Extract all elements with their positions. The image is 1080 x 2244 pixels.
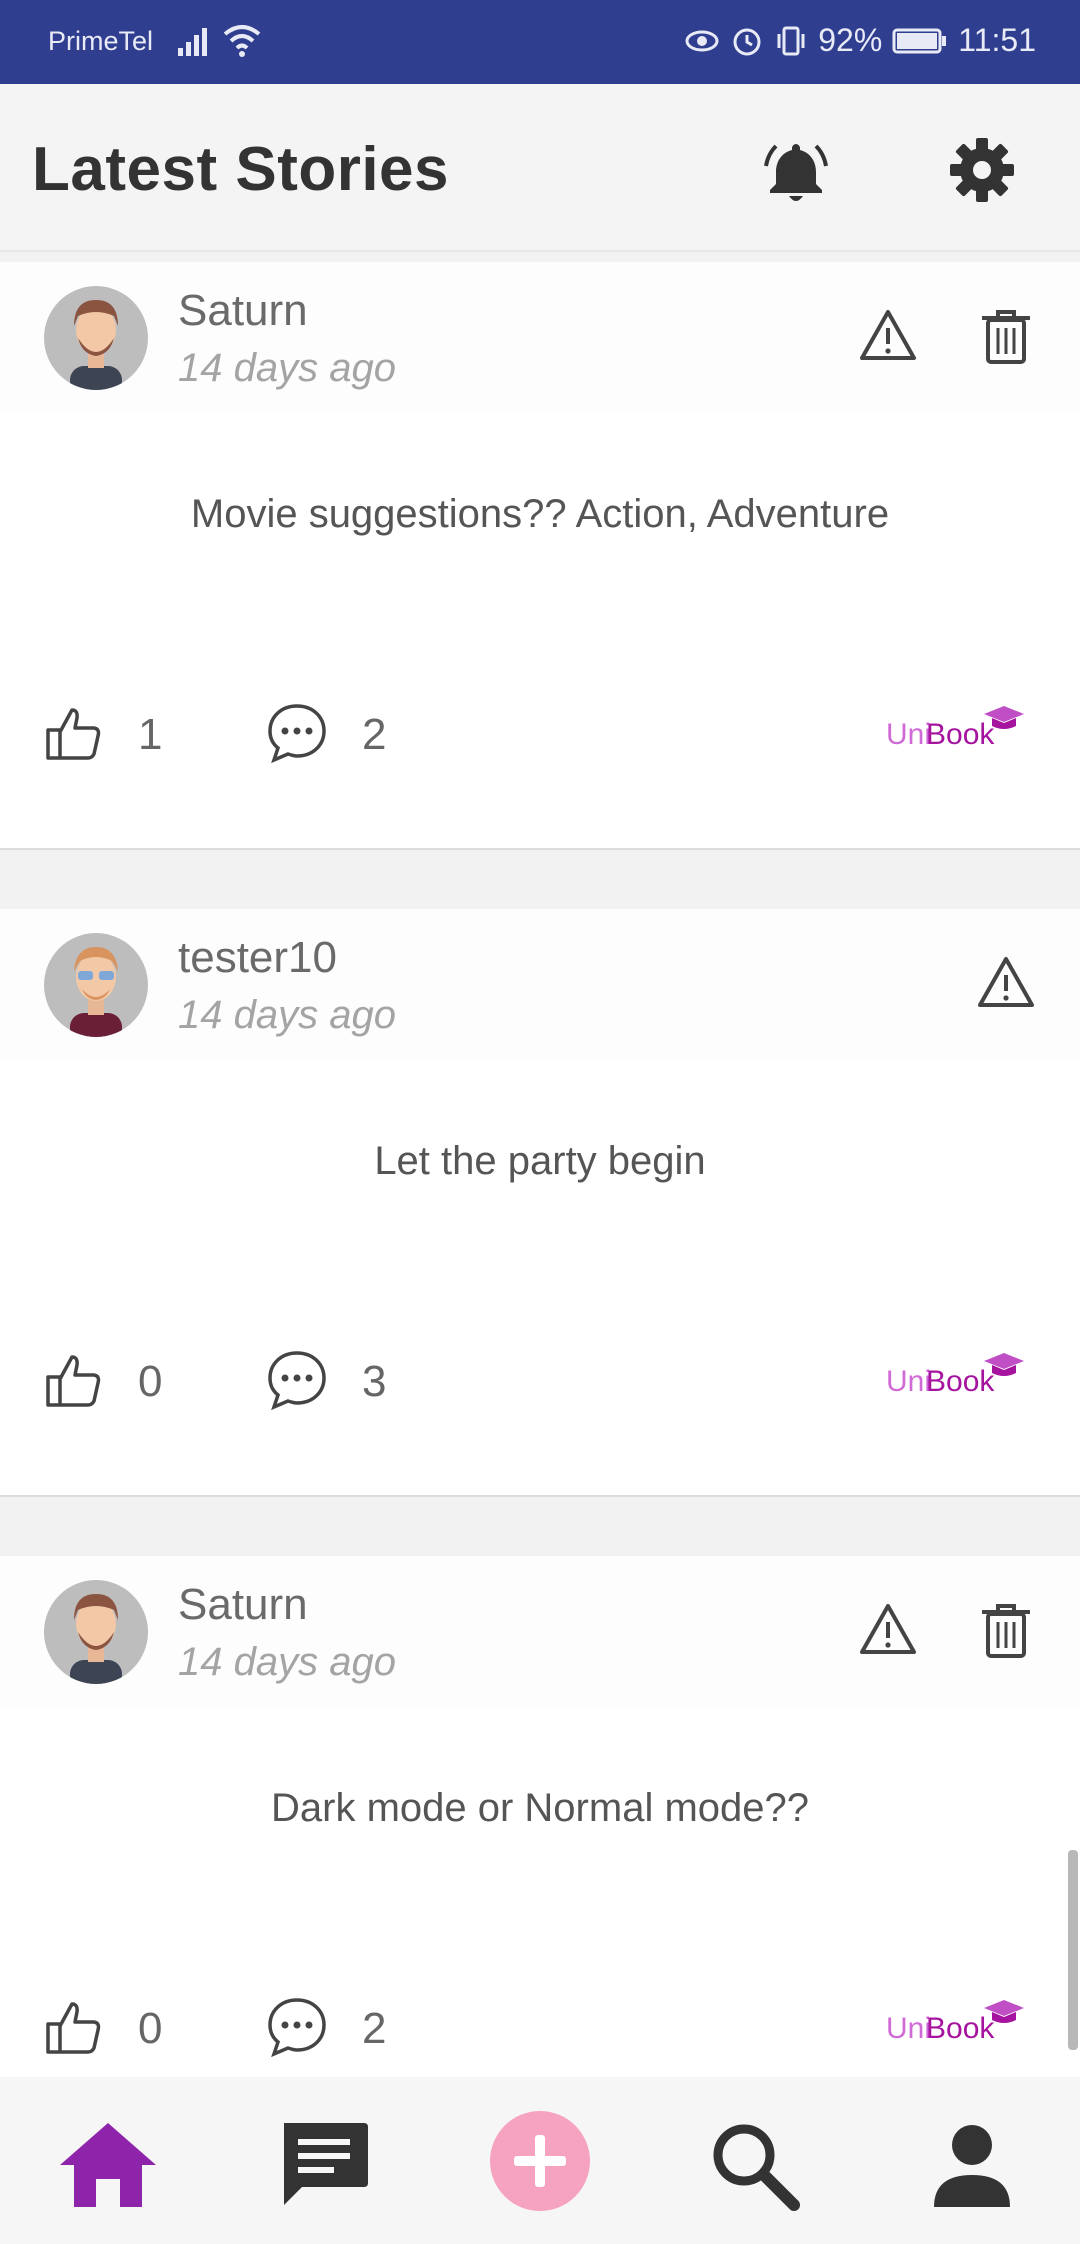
battery-percent: 92%: [818, 22, 883, 58]
story-feed[interactable]: Saturn 14 days ago Movie suggestions?? A…: [0, 262, 1080, 2077]
story-card: Saturn 14 days ago Dark mode or Normal m…: [0, 1556, 1080, 2077]
unibook-logo: Uni Book: [886, 1351, 1026, 1407]
like-icon[interactable]: [44, 704, 102, 762]
add-story-button[interactable]: [490, 2111, 590, 2211]
brand-uni: Uni: [886, 2012, 932, 2045]
story-text: Movie suggestions?? Action, Adventure: [190, 492, 890, 536]
messages-icon[interactable]: [272, 2113, 376, 2217]
profile-icon[interactable]: [920, 2113, 1024, 2217]
alarm-icon: [733, 28, 761, 55]
comment-icon[interactable]: [266, 1349, 328, 1411]
gear-icon[interactable]: [946, 134, 1018, 206]
comment-count: 3: [362, 1357, 387, 1406]
wifi-icon: [223, 25, 261, 57]
story-actions: 1 2 Uni Book: [0, 702, 1080, 782]
avatar[interactable]: [44, 933, 148, 1037]
avatar[interactable]: [44, 286, 148, 390]
app-bar: Latest Stories: [0, 84, 1080, 252]
comment-count: 2: [362, 2004, 387, 2053]
story-header: Saturn 14 days ago: [0, 262, 1080, 412]
delete-icon[interactable]: [976, 306, 1036, 366]
comment-count: 2: [362, 710, 387, 759]
carrier-label: PrimeTel: [48, 26, 154, 56]
report-icon[interactable]: [858, 306, 918, 366]
bottom-nav: [0, 2077, 1080, 2244]
like-icon[interactable]: [44, 1998, 102, 2056]
story-header: tester10 14 days ago: [0, 909, 1080, 1059]
post-time: 14 days ago: [178, 993, 396, 1037]
graduation-cap-icon: [984, 706, 1024, 729]
story-actions: 0 2 Uni Book: [0, 1996, 1080, 2076]
report-icon[interactable]: [976, 953, 1036, 1013]
like-count: 1: [138, 710, 163, 759]
story-card: Saturn 14 days ago Movie suggestions?? A…: [0, 262, 1080, 850]
vibrate-icon: [777, 26, 805, 55]
story-text: Let the party begin: [374, 1139, 706, 1183]
post-time: 14 days ago: [178, 1640, 396, 1684]
story-actions: 0 3 Uni Book: [0, 1349, 1080, 1429]
page-title: Latest Stories: [32, 135, 450, 204]
search-icon[interactable]: [702, 2113, 806, 2217]
story-header: Saturn 14 days ago: [0, 1556, 1080, 1706]
unibook-logo: Uni Book: [886, 704, 1026, 760]
avatar[interactable]: [44, 1580, 148, 1684]
clock: 11:51: [958, 22, 1036, 58]
report-icon[interactable]: [858, 1600, 918, 1660]
story-text: Dark mode or Normal mode??: [271, 1786, 809, 1830]
author-name[interactable]: tester10: [178, 933, 337, 983]
delete-icon[interactable]: [976, 1600, 1036, 1660]
like-icon[interactable]: [44, 1351, 102, 1409]
brand-uni: Uni: [886, 1365, 932, 1398]
like-count: 0: [138, 2004, 163, 2053]
story-card: tester10 14 days ago Let the party begin…: [0, 909, 1080, 1497]
status-bar: PrimeTel 92% 11:51: [0, 0, 1080, 84]
comment-icon[interactable]: [266, 1996, 328, 2058]
bell-icon[interactable]: [760, 136, 832, 208]
graduation-cap-icon: [984, 2000, 1024, 2023]
comment-icon[interactable]: [266, 702, 328, 764]
status-right: 92% 11:51: [684, 22, 1036, 59]
brand-uni: Uni: [886, 718, 932, 751]
battery-icon: [892, 28, 947, 53]
scrollbar[interactable]: [1068, 1850, 1078, 2050]
post-time: 14 days ago: [178, 346, 396, 390]
author-name[interactable]: Saturn: [178, 286, 308, 336]
like-count: 0: [138, 1357, 163, 1406]
graduation-cap-icon: [984, 1353, 1024, 1376]
home-icon[interactable]: [56, 2113, 160, 2217]
unibook-logo: Uni Book: [886, 1998, 1026, 2054]
author-name[interactable]: Saturn: [178, 1580, 308, 1630]
signal-icon: [178, 28, 207, 56]
eye-icon: [685, 30, 719, 51]
add-icon: [514, 2135, 566, 2187]
